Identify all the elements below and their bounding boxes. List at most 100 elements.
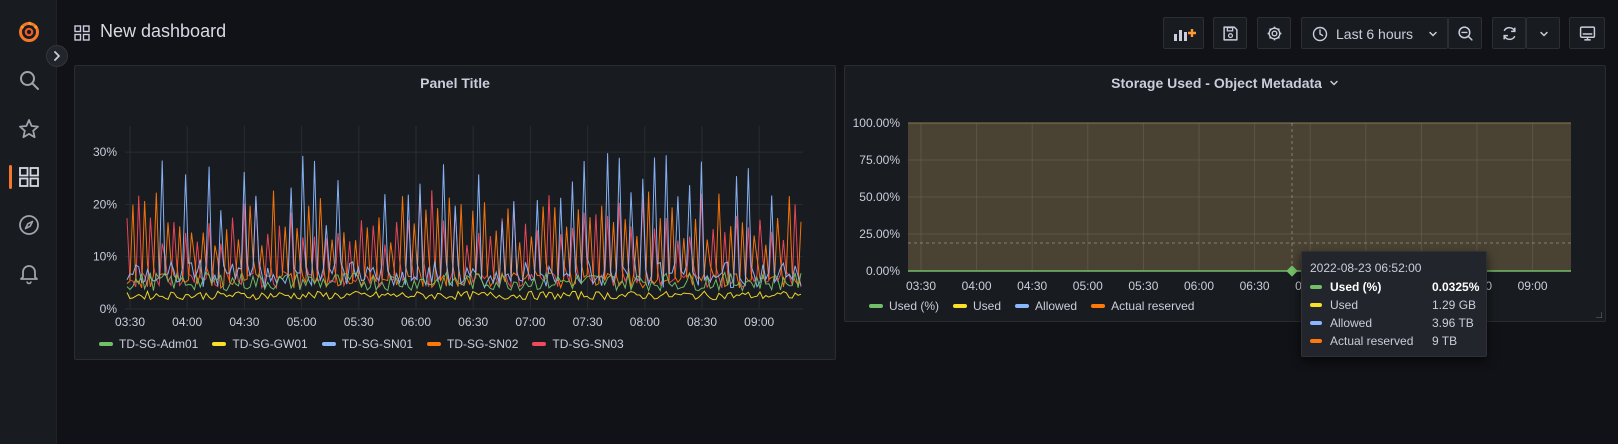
legend-swatch <box>99 342 113 346</box>
legend-item[interactable]: TD-SG-SN01 <box>321 337 414 351</box>
legend-item[interactable]: Used <box>953 299 1001 313</box>
x-tick-label: 06:00 <box>401 315 431 329</box>
refresh-interval-dropdown[interactable] <box>1526 17 1560 49</box>
x-tick-label: 06:30 <box>458 315 488 329</box>
panel2-chart[interactable]: 0.00% 25.00% 50.00% 75.00% 100.00% 03:30 04:00… <box>845 66 1607 323</box>
x-tick-label: 07:00 <box>515 315 545 329</box>
legend-label: Actual reserved <box>1111 299 1195 313</box>
legend-swatch <box>212 342 227 346</box>
tooltip-row: Allowed 3.96 TB <box>1310 316 1474 330</box>
y-tick-label: 0% <box>100 302 118 316</box>
legend-label: TD-SG-SN03 <box>552 337 624 351</box>
save-icon <box>1223 26 1238 41</box>
panel1-chart[interactable]: 0% 10% 20% 30% 03:30 04:00 04:30 05:00 05:30 06:0… <box>75 66 837 361</box>
x-tick-label: 08:00 <box>630 315 660 329</box>
time-range-label: Last 6 hours <box>1336 26 1414 42</box>
legend-swatch <box>427 342 442 346</box>
tooltip-row: Used 1.29 GB <box>1310 298 1476 312</box>
zoom-out-button[interactable] <box>1448 17 1482 49</box>
x-tick-label: 06:00 <box>1184 279 1214 293</box>
x-tick-label: 03:30 <box>906 279 936 293</box>
x-tick-label: 06:30 <box>1240 279 1270 293</box>
add-panel-button[interactable] <box>1163 17 1204 49</box>
tooltip-swatch <box>1310 285 1322 289</box>
legend-label: Used <box>973 299 1002 313</box>
storage-used-panel[interactable]: Storage Used - Object Metadata 0.00% 25.0… <box>844 65 1606 322</box>
star-icon[interactable] <box>17 117 41 141</box>
search-icon[interactable] <box>17 68 41 92</box>
x-tick-label: 05:00 <box>1073 279 1103 293</box>
y-tick-label: 75.00% <box>859 153 900 167</box>
x-tick-label: 09:00 <box>1518 279 1548 293</box>
tooltip-row: Actual reserved 9 TB <box>1310 334 1457 348</box>
tooltip-row-name: Allowed <box>1330 316 1373 330</box>
tooltip-row-name: Used (%) <box>1330 280 1382 294</box>
sidebar <box>0 0 57 444</box>
dashboards-grid-icon[interactable] <box>17 165 41 189</box>
tooltip-row-name: Actual reserved <box>1330 334 1414 348</box>
x-tick-label: 05:30 <box>1128 279 1158 293</box>
tooltip-date: 2022-08-23 06:52:00 <box>1310 261 1422 275</box>
bell-icon[interactable] <box>17 261 41 285</box>
dashboard-settings-button[interactable] <box>1257 17 1291 49</box>
y-tick-label: 30% <box>93 145 117 159</box>
graph-tooltip: 2022-08-23 06:52:00 Used (%) 0.0325% Use… <box>1301 251 1487 357</box>
legend-item[interactable]: TD-SG-SN03 <box>532 337 624 351</box>
x-tick-label: 04:30 <box>229 315 259 329</box>
tv-mode-button[interactable] <box>1569 17 1605 49</box>
y-tick-label: 100.00% <box>853 116 901 130</box>
refresh-icon <box>1503 26 1516 41</box>
legend-item[interactable]: TD-SG-GW01 <box>212 337 308 351</box>
panel2-legend: Used (%) Used Allowed Actual reserved <box>869 299 1194 313</box>
legend-item[interactable]: Used (%) <box>869 299 939 313</box>
legend-label: TD-SG-SN02 <box>447 337 519 351</box>
legend-label: TD-SG-GW01 <box>232 337 308 351</box>
x-tick-label: 05:30 <box>344 315 374 329</box>
legend-swatch <box>1091 304 1106 308</box>
panel-title-panel[interactable]: Panel Title 0% 10% 20% 30% 03:30 04:00 04:30 05… <box>74 65 836 360</box>
x-tick-label: 07:30 <box>573 315 603 329</box>
legend-item[interactable]: Allowed <box>1015 299 1077 313</box>
tooltip-row-name: Used <box>1330 298 1359 312</box>
x-tick-label: 08:30 <box>687 315 717 329</box>
legend-swatch <box>953 304 968 308</box>
tooltip-swatch <box>1310 303 1322 307</box>
legend-item[interactable]: Actual reserved <box>1091 299 1194 313</box>
monitor-icon <box>1579 26 1596 41</box>
legend-swatch <box>532 342 547 346</box>
tooltip-row-value: 1.29 GB <box>1432 298 1477 312</box>
tooltip-row: Used (%) 0.0325% <box>1310 280 1479 294</box>
gear-icon <box>1267 26 1282 41</box>
x-tick-label: 05:00 <box>287 315 317 329</box>
legend-label: Used (%) <box>889 299 940 313</box>
legend-label: TD-SG-SN01 <box>341 337 414 351</box>
x-tick-label: 09:00 <box>744 315 774 329</box>
series-line <box>126 289 802 301</box>
grafana-logo-icon[interactable] <box>17 20 41 44</box>
legend-swatch <box>1015 304 1030 308</box>
sidebar-expand-button[interactable] <box>46 45 68 67</box>
resize-handle-icon[interactable] <box>1596 312 1602 318</box>
add-panel-icon <box>1174 29 1196 41</box>
legend-item[interactable]: TD-SG-Adm01 <box>99 337 198 351</box>
y-tick-label: 20% <box>93 197 117 211</box>
legend-swatch <box>869 304 883 308</box>
zoom-out-icon <box>1458 26 1473 41</box>
refresh-button[interactable] <box>1492 17 1526 49</box>
page-title[interactable]: New dashboard <box>100 21 226 42</box>
y-tick-label: 25.00% <box>859 227 900 241</box>
time-range-picker[interactable]: Last 6 hours <box>1301 17 1448 49</box>
chevron-down-icon <box>1540 31 1548 37</box>
tooltip-row-value: 3.96 TB <box>1432 316 1474 330</box>
compass-icon[interactable] <box>17 213 41 237</box>
legend-label: TD-SG-Adm01 <box>119 337 199 351</box>
save-dashboard-button[interactable] <box>1213 17 1247 49</box>
x-tick-label: 03:30 <box>115 315 145 329</box>
tooltip-row-value: 0.0325% <box>1432 280 1480 294</box>
legend-item[interactable]: TD-SG-SN02 <box>427 337 518 351</box>
chevron-right-icon <box>54 51 60 61</box>
legend-swatch <box>321 342 336 346</box>
y-tick-label: 10% <box>93 250 117 264</box>
x-tick-label: 04:00 <box>172 315 202 329</box>
legend-label: Allowed <box>1035 299 1078 313</box>
